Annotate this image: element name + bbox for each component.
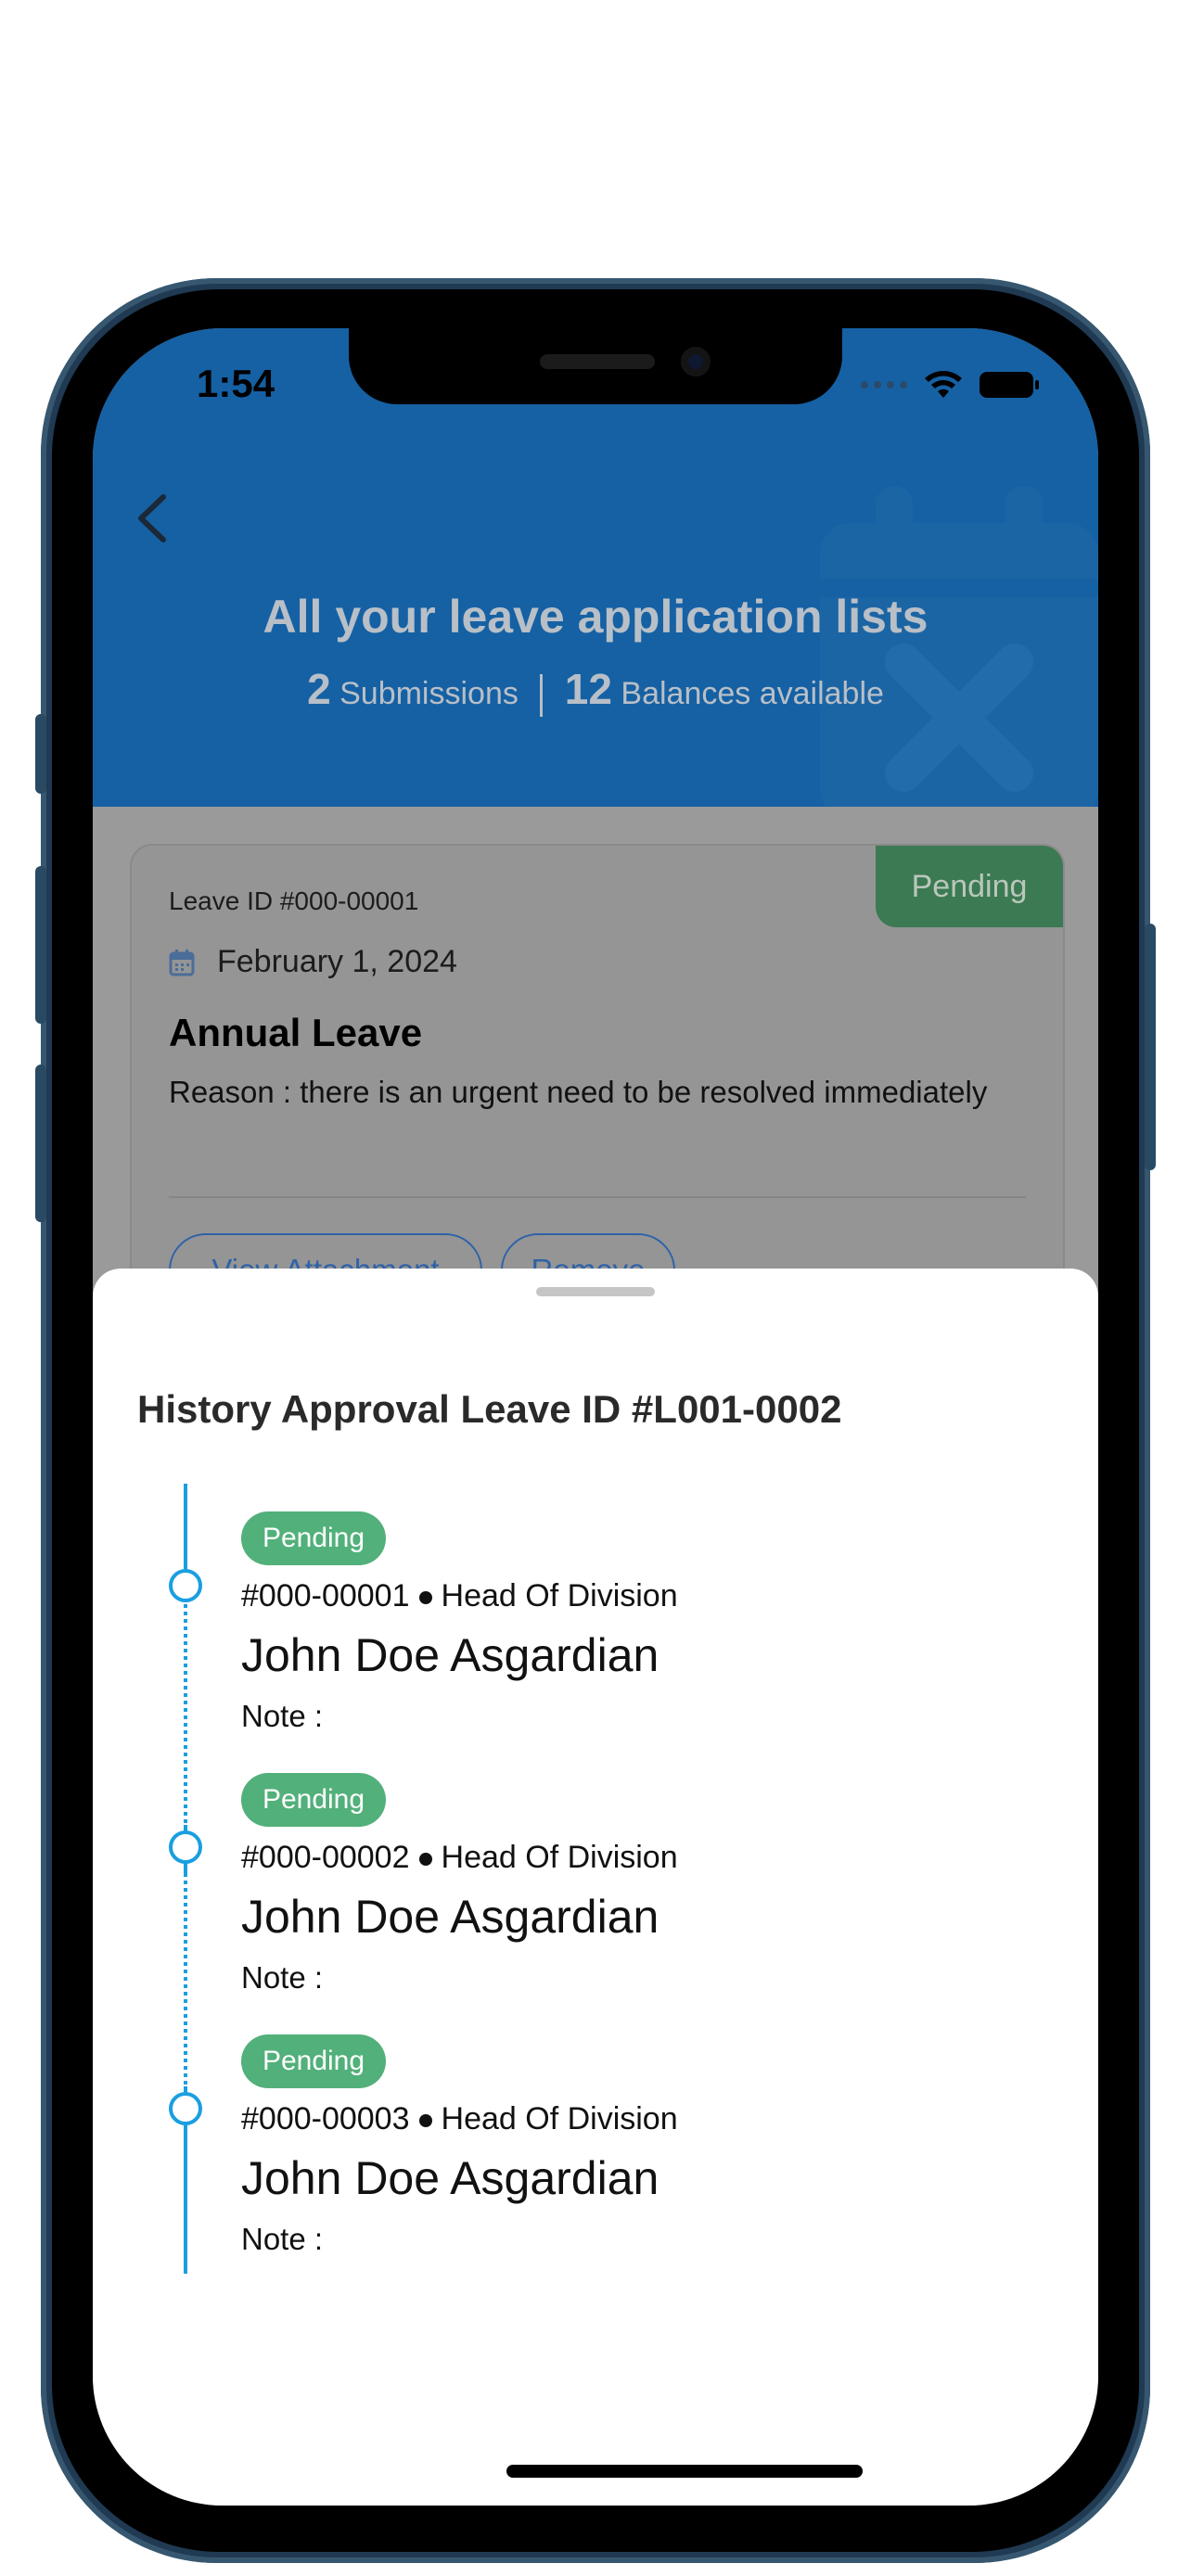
approver-meta: #000-00003 Head Of Division	[241, 2101, 678, 2137]
notch	[349, 328, 842, 404]
signal-dots-icon	[861, 381, 907, 389]
submissions-count: 2	[307, 665, 331, 713]
phone-screen: 1:54 All your leave application lists 2 …	[93, 328, 1098, 2506]
earpiece-speaker	[540, 354, 655, 369]
status-badge: Pending	[241, 1773, 386, 1827]
balances-label: Balances available	[621, 676, 884, 711]
status-badge: Pending	[876, 846, 1063, 927]
sheet-title: History Approval Leave ID #L001-0002	[137, 1387, 842, 1431]
leave-date: February 1, 2024	[217, 944, 457, 979]
calendar-icon	[169, 949, 195, 976]
approver-role: Head Of Division	[441, 2101, 678, 2136]
approver-role: Head Of Division	[441, 1578, 678, 1613]
approver-name: John Doe Asgardian	[241, 2152, 660, 2204]
approver-role: Head Of Division	[441, 1840, 678, 1875]
app-header: 1:54 All your leave application lists 2 …	[93, 328, 1098, 807]
volume-down-button	[35, 1065, 46, 1222]
bullet-icon	[418, 1853, 432, 1867]
approver-meta: #000-00002 Head Of Division	[241, 1840, 678, 1876]
approver-id: #000-00002	[241, 1840, 410, 1875]
summary-divider	[540, 674, 544, 718]
timeline-item: Pending #000-00002 Head Of Division John …	[93, 1773, 1098, 2005]
battery-icon	[980, 372, 1039, 398]
card-divider	[169, 1196, 1026, 1198]
timeline-item: Pending #000-00003 Head Of Division John …	[93, 2034, 1098, 2266]
date-row: February 1, 2024	[169, 944, 457, 980]
approver-name: John Doe Asgardian	[241, 1629, 660, 1681]
balances-count: 12	[564, 665, 612, 713]
front-camera	[681, 347, 711, 376]
power-button	[1145, 924, 1156, 1170]
back-chevron-icon[interactable]	[121, 486, 186, 551]
approver-meta: #000-00001 Head Of Division	[241, 1578, 678, 1614]
approver-note: Note :	[241, 2222, 324, 2256]
approver-id: #000-00003	[241, 2101, 410, 2136]
approver-id: #000-00001	[241, 1578, 410, 1613]
home-indicator[interactable]	[506, 2465, 863, 2478]
wifi-icon	[925, 371, 962, 398]
sheet-grabber[interactable]	[536, 1287, 655, 1296]
bullet-icon	[418, 2114, 432, 2128]
timeline-node	[169, 2092, 202, 2125]
page-title: All your leave application lists	[263, 591, 928, 643]
history-bottom-sheet: History Approval Leave ID #L001-0002 Pen…	[93, 1269, 1098, 2506]
header-summary: 2 Submissions 12 Balances available	[93, 664, 1098, 718]
status-badge: Pending	[241, 1511, 386, 1565]
submissions-label: Submissions	[339, 676, 519, 711]
approver-name: John Doe Asgardian	[241, 1891, 660, 1943]
leave-id: Leave ID #000-00001	[169, 886, 419, 915]
status-icons	[861, 369, 1039, 401]
leave-reason: Reason : there is an urgent need to be r…	[169, 1075, 988, 1109]
status-badge: Pending	[241, 2034, 386, 2088]
timeline-node	[169, 1569, 202, 1602]
approver-note: Note :	[241, 1699, 324, 1733]
leave-type: Annual Leave	[169, 1011, 423, 1054]
timeline-node	[169, 1830, 202, 1864]
volume-up-button	[35, 866, 46, 1024]
timeline-item: Pending #000-00001 Head Of Division John …	[93, 1511, 1098, 1743]
approver-note: Note :	[241, 1960, 324, 1995]
bullet-icon	[418, 1591, 432, 1605]
status-time: 1:54	[197, 362, 275, 405]
silent-switch	[35, 714, 46, 794]
